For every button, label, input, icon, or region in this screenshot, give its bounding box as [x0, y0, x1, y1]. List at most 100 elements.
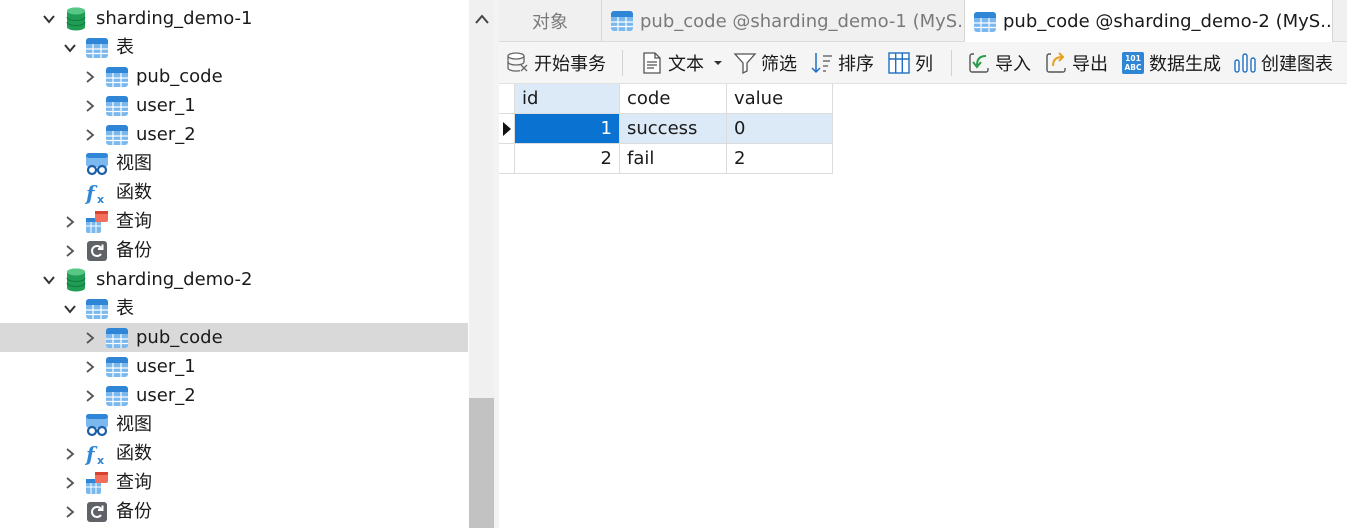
create-chart-button[interactable]: 创建图表 [1233, 42, 1333, 84]
table-cell[interactable]: fail [620, 144, 727, 174]
navigator-tree: sharding_demo-1 表 pub_code user_1 user_2… [0, 0, 469, 528]
column-header-value[interactable]: value [727, 84, 833, 114]
chevron-up-icon[interactable] [471, 8, 493, 30]
filter-button[interactable]: 筛选 [733, 42, 797, 84]
table-cell[interactable]: 1 [515, 114, 620, 144]
chevron-right-icon[interactable] [62, 214, 78, 230]
import-label: 导入 [995, 54, 1031, 75]
table-cell[interactable]: 0 [727, 114, 833, 144]
table-icon [105, 355, 129, 379]
tree-item-views[interactable]: 视图 [0, 149, 468, 178]
tree-item-functions[interactable]: fx 函数 [0, 178, 468, 207]
table-icon [85, 297, 109, 321]
table-name: user_1 [136, 356, 196, 377]
chevron-down-icon[interactable] [62, 301, 78, 317]
table-icon [105, 123, 129, 147]
import-icon [969, 53, 989, 73]
begin-transaction-label: 开始事务 [534, 54, 606, 75]
tree-item-table[interactable]: pub_code [0, 62, 468, 91]
tables-label: 表 [116, 298, 134, 319]
database-icon [64, 7, 88, 31]
database-icon [64, 268, 88, 292]
chevron-right-icon[interactable] [62, 504, 78, 520]
table-name: user_2 [136, 385, 196, 406]
table-icon [105, 384, 129, 408]
create-chart-label: 创建图表 [1261, 54, 1333, 75]
chevron-right-icon[interactable] [62, 243, 78, 259]
column-header-code[interactable]: code [620, 84, 727, 114]
toolbar-divider [951, 50, 952, 76]
chevron-right-icon[interactable] [62, 475, 78, 491]
row-header[interactable] [499, 144, 515, 174]
export-button[interactable]: 导出 [1044, 42, 1108, 84]
table-name: user_1 [136, 95, 196, 116]
tree-item-connection-2[interactable]: sharding_demo-2 [0, 265, 468, 294]
function-icon: fx [85, 442, 109, 466]
queries-label: 查询 [116, 472, 152, 493]
columns-icon [888, 52, 910, 74]
chevron-right-icon[interactable] [82, 330, 98, 346]
begin-transaction-button[interactable]: 开始事务 [506, 42, 606, 84]
functions-label: 函数 [116, 443, 152, 464]
chevron-right-icon[interactable] [62, 446, 78, 462]
tab-bar: 对象 pub_code @sharding_demo-1 (MyS... pub… [499, 0, 1347, 43]
table-icon [611, 11, 633, 31]
tree-item-backups[interactable]: 备份 [0, 236, 468, 265]
tree-item-backups[interactable]: 备份 [0, 497, 468, 526]
table-icon [85, 36, 109, 60]
tab-label: 对象 [532, 12, 568, 33]
chevron-right-icon[interactable] [82, 388, 98, 404]
chevron-down-icon[interactable] [41, 272, 57, 288]
chevron-right-icon[interactable] [82, 98, 98, 114]
tree-item-tables[interactable]: 表 [0, 294, 468, 323]
tab-pub-code-demo-1[interactable]: pub_code @sharding_demo-1 (MyS... [602, 0, 965, 42]
filter-label: 筛选 [761, 54, 797, 75]
views-label: 视图 [116, 414, 152, 435]
data-generation-button[interactable]: 101 ABC 数据生成 [1121, 42, 1221, 84]
tree-item-table-selected[interactable]: pub_code [0, 323, 468, 352]
sort-label: 排序 [838, 54, 874, 75]
chevron-right-icon[interactable] [82, 69, 98, 85]
chevron-right-icon[interactable] [82, 127, 98, 143]
import-button[interactable]: 导入 [967, 42, 1031, 84]
view-icon [85, 152, 109, 176]
tab-objects[interactable]: 对象 [499, 0, 602, 42]
tree-scrollbar-thumb[interactable] [469, 398, 494, 528]
tree-item-queries[interactable]: 查询 [0, 468, 468, 497]
chevron-down-icon[interactable] [62, 40, 78, 56]
text-label: 文本 [668, 54, 704, 75]
tree-item-table[interactable]: user_2 [0, 120, 468, 149]
row-pointer[interactable] [499, 114, 515, 144]
tab-pub-code-demo-2[interactable]: pub_code @sharding_demo-2 (MyS... [965, 0, 1333, 43]
text-view-button[interactable]: 文本 [640, 42, 724, 84]
connection-name: sharding_demo-2 [96, 269, 253, 290]
export-label: 导出 [1072, 54, 1108, 75]
columns-button[interactable]: 列 [887, 42, 933, 84]
tree-item-views[interactable]: 视图 [0, 410, 468, 439]
function-icon: fx [85, 181, 109, 205]
tree-item-table[interactable]: user_1 [0, 352, 468, 381]
tree-item-table[interactable]: user_2 [0, 381, 468, 410]
filter-icon [733, 53, 757, 75]
table-cell[interactable]: 2 [727, 144, 833, 174]
tree-item-tables[interactable]: 表 [0, 33, 468, 62]
tab-label: pub_code @sharding_demo-1 (MyS... [640, 10, 965, 32]
query-icon [85, 210, 109, 234]
table-icon [105, 326, 129, 350]
column-header-id[interactable]: id [515, 84, 620, 114]
chevron-right-icon[interactable] [82, 359, 98, 375]
chevron-down-icon[interactable] [41, 11, 57, 27]
toolbar-divider [622, 50, 623, 76]
caret-down-icon[interactable] [712, 58, 724, 68]
table-cell[interactable]: 2 [515, 144, 620, 174]
tree-item-table[interactable]: user_1 [0, 91, 468, 120]
connection-name: sharding_demo-1 [96, 8, 253, 29]
sort-icon [811, 53, 832, 74]
tables-label: 表 [116, 37, 134, 58]
tree-item-functions[interactable]: fx 函数 [0, 439, 468, 468]
tree-item-connection-1[interactable]: sharding_demo-1 [0, 4, 468, 33]
table-cell[interactable]: success [620, 114, 727, 144]
data-generation-icon: 101ABC [1122, 52, 1144, 74]
sort-button[interactable]: 排序 [810, 42, 874, 84]
tree-item-queries[interactable]: 查询 [0, 207, 468, 236]
